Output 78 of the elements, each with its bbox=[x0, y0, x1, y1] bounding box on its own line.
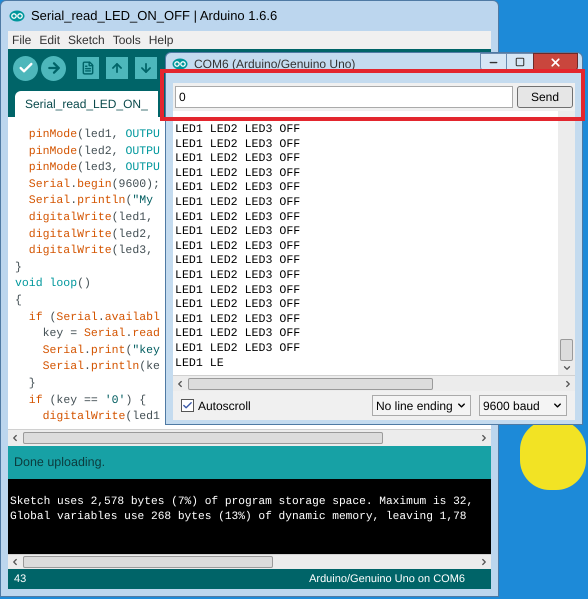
scroll-left-icon[interactable] bbox=[175, 378, 185, 388]
console-line: Global variables use 268 bytes (13%) of dynamic memory, leaving 1,78 bbox=[9, 510, 467, 525]
autoscroll-checkbox[interactable] bbox=[181, 399, 194, 412]
document-icon bbox=[81, 61, 95, 75]
window-title: COM6 (Arduino/Genuino Uno) bbox=[194, 58, 356, 70]
code-line: Serial.println(ke bbox=[42, 359, 160, 376]
app-logo-icon bbox=[172, 58, 188, 70]
menu-item[interactable]: File bbox=[12, 31, 32, 49]
scroll-left-icon[interactable] bbox=[10, 557, 20, 567]
serial-output-line: LED1 LED2 LED3 OFF bbox=[174, 312, 300, 328]
serial-output-line: LED1 LED2 LED3 OFF bbox=[174, 123, 300, 138]
arrow-up-icon bbox=[110, 61, 124, 75]
code-line: Serial.begin(9600); bbox=[28, 176, 160, 193]
check-icon bbox=[182, 400, 193, 411]
message-input-field[interactable]: 0 bbox=[175, 86, 513, 108]
code-line: Serial.print("key bbox=[42, 342, 160, 359]
open-button[interactable] bbox=[106, 57, 128, 79]
code-line: { bbox=[14, 292, 22, 309]
serial-output-line: LED1 LED2 LED3 OFF bbox=[174, 254, 300, 269]
send-button[interactable]: Send bbox=[517, 86, 573, 108]
serial-output-line: LED1 LED2 LED3 OFF bbox=[174, 152, 300, 167]
serial-output-line: LED1 LED2 LED3 OFF bbox=[174, 327, 300, 342]
menu-item[interactable]: Help bbox=[148, 31, 174, 49]
scroll-down-icon[interactable] bbox=[562, 363, 572, 373]
serial-output-line: LED1 LED2 LED3 OFF bbox=[174, 196, 300, 211]
serial-output-line: LED1 LED2 LED3 OFF bbox=[174, 166, 300, 182]
scroll-right-icon[interactable] bbox=[479, 557, 489, 567]
scroll-left-icon[interactable] bbox=[10, 433, 20, 443]
menu-item[interactable]: Edit bbox=[39, 31, 60, 49]
horizontal-scrollbar[interactable] bbox=[8, 429, 491, 446]
serial-output-line: LED1 LED2 LED3 OFF bbox=[174, 225, 300, 240]
serial-output-line: LED1 LED2 LED3 OFF bbox=[174, 138, 300, 152]
maximize-icon bbox=[515, 57, 525, 67]
menu-item[interactable]: Tools bbox=[112, 31, 141, 49]
code-line: digitalWrite(led1, bbox=[28, 210, 154, 226]
verify-button[interactable] bbox=[13, 56, 38, 80]
code-line: if (key == '0') { bbox=[28, 392, 146, 408]
baud-rate-dropdown[interactable]: 9600 baud bbox=[479, 395, 567, 416]
board-port-label: Arduino/Genuino Uno on COM6 bbox=[309, 572, 465, 587]
serial-output-line: LED1 LED2 LED3 OFF bbox=[174, 181, 300, 196]
menu-item[interactable]: Sketch bbox=[68, 31, 105, 49]
scroll-right-icon[interactable] bbox=[479, 433, 489, 443]
serial-output-line: LED1 LED2 LED3 OFF bbox=[174, 240, 300, 254]
serial-output-line: LED1 LED2 LED3 OFF bbox=[174, 298, 300, 313]
serial-output-line: LED1 LED2 LED3 OFF bbox=[174, 268, 300, 284]
code-line: pinMode(led2, OUTPU bbox=[28, 144, 160, 160]
scroll-thumb[interactable] bbox=[560, 339, 573, 361]
app-logo-icon bbox=[9, 10, 25, 22]
code-line: } bbox=[14, 260, 22, 276]
serial-output-line: LED1 LED2 LED3 OFF bbox=[174, 284, 300, 298]
save-button[interactable] bbox=[135, 57, 157, 79]
scroll-right-icon[interactable] bbox=[563, 378, 573, 388]
line-number: 43 bbox=[14, 572, 26, 587]
status-message: Done uploading. bbox=[14, 454, 106, 472]
line-ending-dropdown[interactable]: No line ending bbox=[372, 395, 471, 416]
horizontal-scrollbar[interactable] bbox=[8, 554, 491, 569]
window-title: Serial_read_LED_ON_OFF | Arduino 1.6.6 bbox=[31, 7, 278, 26]
code-line: digitalWrite(led3, bbox=[28, 243, 154, 260]
serial-output-line: LED1 LED2 LED3 OFF bbox=[174, 210, 300, 226]
code-line: digitalWrite(led2, bbox=[28, 226, 154, 243]
serial-output-line: LED1 LED2 LED3 OFF bbox=[174, 342, 300, 356]
code-line: if (Serial.availabl bbox=[28, 310, 160, 326]
autoscroll-label: Autoscroll bbox=[198, 398, 251, 414]
code-line: key = Serial.read bbox=[42, 326, 160, 342]
console-line: Sketch uses 2,578 bytes (7%) of program storage space. Maximum is 32, bbox=[9, 495, 474, 510]
serial-output-line: LED1 LE bbox=[174, 356, 224, 372]
sketch-tab[interactable]: Serial_read_LED_ON_ bbox=[15, 91, 158, 117]
code-line: pinMode(led1, OUTPU bbox=[28, 127, 160, 143]
code-line: void loop() bbox=[14, 276, 91, 292]
code-line: pinMode(led3, OUTPU bbox=[28, 160, 160, 176]
new-button[interactable] bbox=[77, 57, 99, 79]
code-line: digitalWrite(led1 bbox=[42, 409, 160, 426]
horizontal-scrollbar[interactable] bbox=[173, 375, 575, 391]
vertical-scrollbar[interactable] bbox=[558, 111, 575, 375]
close-icon bbox=[549, 56, 562, 68]
code-line: Serial.println("My bbox=[28, 193, 154, 210]
code-line: } bbox=[28, 376, 36, 392]
upload-button[interactable] bbox=[41, 56, 66, 80]
